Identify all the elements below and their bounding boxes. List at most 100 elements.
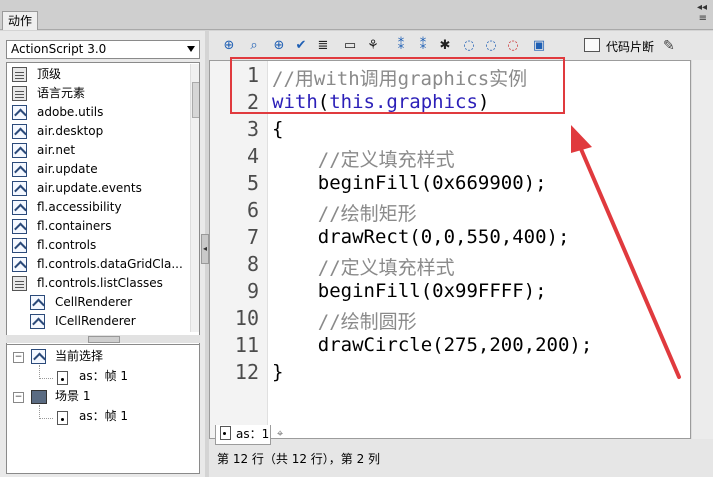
panel-menu-button[interactable]: ◂◂ ≡ — [685, 2, 707, 28]
tree-item[interactable]: fl.controls — [37, 236, 96, 255]
script-tab[interactable]: as：1 — [215, 425, 271, 445]
tree-item[interactable]: fl.accessibility — [37, 198, 122, 217]
script-navigator[interactable]: − 当前选择 as：帧 1 − 场景 1 as：帧 1 — [6, 344, 200, 474]
class-icon — [30, 314, 45, 329]
expand-all-icon[interactable]: ✱ — [437, 38, 453, 54]
line-number: 5 — [246, 171, 259, 195]
tree-item[interactable]: air.net — [37, 141, 75, 160]
code-line[interactable]: //绘制圆形 — [272, 307, 417, 334]
annotation-highlight-box — [230, 57, 565, 114]
package-icon — [12, 143, 27, 158]
code-snippets-button[interactable]: 代码片断 — [584, 38, 654, 55]
tree-item-current-selection[interactable]: 当前选择 — [55, 347, 103, 366]
package-icon — [12, 181, 27, 196]
find-icon[interactable]: ⌕ — [246, 38, 262, 54]
book-icon — [12, 67, 27, 82]
status-bar: 第 12 行（共 12 行），第 2 列 — [217, 452, 381, 466]
tree-item[interactable]: ICellRenderer — [55, 312, 136, 331]
language-select[interactable]: ActionScript 3.0 — [6, 40, 200, 59]
debug-icon[interactable]: ⚘ — [365, 38, 381, 54]
tree-item[interactable]: fl.containers — [37, 217, 111, 236]
line-number-gutter: 1 2 3 4 5 6 7 8 9 10 11 12 — [210, 61, 268, 438]
package-icon — [12, 124, 27, 139]
code-line[interactable]: } — [272, 361, 283, 383]
collapse-toggle[interactable]: − — [13, 352, 24, 363]
tree-item[interactable]: fl.controls.listClasses — [37, 274, 163, 293]
frame-icon — [57, 411, 68, 425]
collapse-between-braces-icon[interactable]: ⁑ — [393, 38, 409, 54]
collapse-toggle[interactable]: − — [13, 392, 24, 403]
tree-item[interactable]: 语言元素 — [37, 84, 85, 103]
frame-icon — [57, 371, 68, 385]
check-syntax-icon[interactable]: ✔ — [293, 38, 309, 54]
frame-icon — [220, 426, 231, 440]
code-line[interactable]: //定义填充样式 — [272, 253, 455, 280]
editor-scrollbar[interactable] — [691, 60, 713, 439]
snippet-icon — [584, 38, 600, 52]
package-icon — [12, 257, 27, 272]
line-number: 8 — [246, 252, 259, 276]
script-pane: ⊕ ⌕ ⊕ ✔ ≣ ▭ ⚘ ⁑ ⁑ ✱ ◌ ◌ ◌ ▣ 代码片断 ✎ 12 3 4 5… — [209, 31, 713, 477]
scrollbar-thumb[interactable] — [192, 82, 199, 118]
actions-toolbox: ActionScript 3.0 顶级 语言元素 adobe.utils air.de… — [0, 31, 205, 477]
apply-line-comment-icon[interactable]: ◌ — [483, 38, 499, 54]
pin-script-icon[interactable]: ⌖ — [277, 427, 293, 441]
panel-splitter[interactable] — [6, 335, 200, 343]
tree-item[interactable]: fl.controls.dataGridCla... — [37, 255, 183, 274]
book-open-icon — [12, 276, 27, 291]
code-line[interactable]: //绘制矩形 — [272, 199, 417, 226]
line-number: 11 — [234, 333, 259, 357]
scene-icon — [31, 390, 47, 404]
code-line[interactable]: beginFill(0x669900); — [272, 172, 547, 194]
tree-item[interactable]: air.update — [37, 160, 98, 179]
show-hide-toolbox-icon[interactable]: ▣ — [531, 38, 547, 54]
line-number: 4 — [246, 144, 259, 168]
splitter-grip[interactable] — [88, 336, 120, 343]
tree-scrollbar[interactable] — [190, 64, 199, 332]
code-snippets-label: 代码片断 — [606, 40, 655, 54]
target-icon[interactable]: ⊕ — [271, 38, 287, 54]
code-line[interactable]: { — [272, 118, 283, 140]
code-line[interactable]: drawCircle(275,200,200); — [272, 334, 593, 356]
package-icon — [12, 219, 27, 234]
book-icon — [12, 86, 27, 101]
tree-item-scene-frame[interactable]: as：帧 1 — [79, 407, 128, 426]
remove-comment-icon[interactable]: ◌ — [505, 38, 521, 54]
line-number: 9 — [246, 279, 259, 303]
code-line[interactable]: beginFill(0x99FFFF); — [272, 280, 547, 302]
tree-item[interactable]: air.update.events — [37, 179, 142, 198]
tree-item[interactable]: CellRenderer — [55, 293, 132, 312]
class-icon — [30, 295, 45, 310]
line-number: 6 — [246, 198, 259, 222]
collapse-toolbox-button[interactable]: ◂ — [201, 234, 209, 264]
code-line[interactable]: //定义填充样式 — [272, 145, 455, 172]
auto-format-icon[interactable]: ≣ — [315, 38, 331, 54]
script-tab-bar: as：1 ⌖ — [209, 424, 713, 446]
line-number: 10 — [234, 306, 259, 330]
tree-item-scene[interactable]: 场景 1 — [55, 387, 90, 406]
line-number: 7 — [246, 225, 259, 249]
collapse-selection-icon[interactable]: ⁑ — [415, 38, 431, 54]
tree-item-current-frame[interactable]: as：帧 1 — [79, 367, 128, 386]
tree-item[interactable]: 顶级 — [37, 65, 61, 84]
line-number: 3 — [246, 117, 259, 141]
tree-item[interactable]: adobe.utils — [37, 103, 103, 122]
panel-menu-icon[interactable]: ≡ — [685, 13, 707, 24]
package-icon — [12, 238, 27, 253]
toolbox-tree[interactable]: 顶级 语言元素 adobe.utils air.desktop air.net air.u… — [6, 62, 200, 360]
tab-actions[interactable]: 动作 — [2, 11, 38, 30]
add-icon[interactable]: ⊕ — [221, 38, 237, 54]
language-select-value: ActionScript 3.0 — [11, 42, 107, 56]
collapse-arrows-icon[interactable]: ◂◂ — [685, 2, 707, 13]
apply-block-comment-icon[interactable]: ◌ — [461, 38, 477, 54]
magic-wand-icon[interactable]: ✎ — [663, 38, 681, 54]
code-hint-icon[interactable]: ▭ — [342, 38, 358, 54]
code-line[interactable]: drawRect(0,0,550,400); — [272, 226, 570, 248]
tree-item[interactable]: air.desktop — [37, 122, 103, 141]
script-tab-label: as：1 — [236, 427, 270, 441]
package-icon — [12, 200, 27, 215]
code-editor[interactable]: 1 2 3 4 5 6 7 8 9 10 11 12 //用with调用graphics实例 with(… — [209, 60, 691, 439]
line-number: 12 — [234, 360, 259, 384]
chevron-down-icon[interactable] — [187, 46, 195, 52]
package-icon — [12, 105, 27, 120]
